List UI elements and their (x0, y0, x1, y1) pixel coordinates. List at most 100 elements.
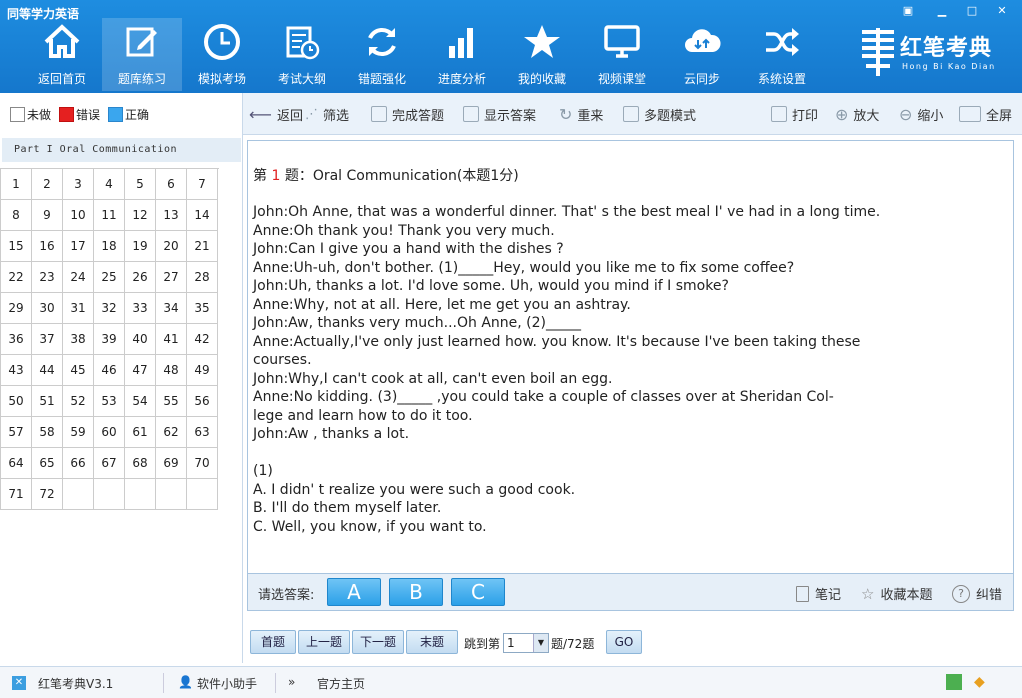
question-cell[interactable]: 21 (187, 231, 218, 262)
question-cell[interactable]: 34 (156, 293, 187, 324)
question-cell[interactable]: 11 (94, 200, 125, 231)
filter-button[interactable]: ⋰ 筛选 (305, 105, 349, 124)
question-cell[interactable]: 41 (156, 324, 187, 355)
question-cell[interactable]: 63 (187, 417, 218, 448)
question-cell[interactable]: 48 (156, 355, 187, 386)
question-cell[interactable]: 15 (1, 231, 32, 262)
question-cell[interactable]: 38 (63, 324, 94, 355)
question-cell[interactable]: 9 (32, 200, 63, 231)
question-cell[interactable]: 12 (125, 200, 156, 231)
question-cell[interactable]: 53 (94, 386, 125, 417)
next-question-button[interactable]: 下一题 (352, 630, 404, 654)
go-button[interactable]: GO (606, 630, 642, 654)
finish-button[interactable]: 完成答题 (371, 105, 444, 124)
question-cell[interactable]: 46 (94, 355, 125, 386)
question-cell[interactable]: 25 (94, 262, 125, 293)
question-cell[interactable]: 37 (32, 324, 63, 355)
question-cell[interactable]: 4 (94, 169, 125, 200)
nav-progress[interactable]: 进度分析 (422, 18, 502, 91)
nav-question-bank[interactable]: 题库练习 (102, 18, 182, 91)
question-cell[interactable]: 1 (1, 169, 32, 200)
nav-settings[interactable]: 系统设置 (742, 18, 822, 91)
report-error-button[interactable]: ? 纠错 (952, 584, 1002, 603)
question-cell[interactable]: 40 (125, 324, 156, 355)
helper-link[interactable]: 软件小助手 (197, 675, 257, 692)
minimize-icon[interactable]: ▁ (934, 4, 950, 18)
question-cell[interactable]: 45 (63, 355, 94, 386)
nav-favorites[interactable]: 我的收藏 (502, 18, 582, 91)
question-cell[interactable]: 20 (156, 231, 187, 262)
question-cell[interactable]: 17 (63, 231, 94, 262)
print-button[interactable]: 打印 (771, 105, 818, 124)
maximize-icon[interactable]: □ (964, 4, 980, 18)
question-cell[interactable]: 59 (63, 417, 94, 448)
question-cell[interactable]: 28 (187, 262, 218, 293)
question-cell[interactable]: 62 (156, 417, 187, 448)
question-cell[interactable]: 56 (187, 386, 218, 417)
question-cell[interactable]: 47 (125, 355, 156, 386)
question-cell[interactable]: 44 (32, 355, 63, 386)
question-cell[interactable]: 35 (187, 293, 218, 324)
question-cell[interactable]: 72 (32, 479, 63, 510)
jump-select[interactable]: 1 ▼ (503, 633, 549, 653)
question-cell[interactable]: 32 (94, 293, 125, 324)
multi-mode-button[interactable]: 多题模式 (623, 105, 696, 124)
favorite-button[interactable]: ☆ 收藏本题 (861, 584, 932, 604)
option-c-button[interactable]: C (451, 578, 505, 606)
question-cell[interactable]: 19 (125, 231, 156, 262)
nav-video[interactable]: 视频课堂 (582, 18, 662, 91)
nav-cloud-sync[interactable]: 云同步 (662, 18, 742, 91)
nav-home[interactable]: 返回首页 (22, 18, 102, 91)
part-header[interactable]: Part I Oral Communication (2, 138, 241, 162)
question-cell[interactable]: 50 (1, 386, 32, 417)
question-cell[interactable]: 8 (1, 200, 32, 231)
question-cell[interactable]: 27 (156, 262, 187, 293)
question-cell[interactable]: 14 (187, 200, 218, 231)
question-cell[interactable]: 36 (1, 324, 32, 355)
question-cell[interactable]: 67 (94, 448, 125, 479)
question-cell[interactable]: 29 (1, 293, 32, 324)
redo-button[interactable]: ↻ 重来 (559, 105, 603, 124)
question-cell[interactable]: 58 (32, 417, 63, 448)
question-cell[interactable]: 18 (94, 231, 125, 262)
question-cell[interactable]: 69 (156, 448, 187, 479)
stats-icon[interactable] (946, 674, 962, 690)
option-b-button[interactable]: B (389, 578, 443, 606)
question-cell[interactable]: 66 (63, 448, 94, 479)
previous-question-button[interactable]: 上一题 (298, 630, 350, 654)
zoom-in-button[interactable]: ⊕ 放大 (835, 105, 879, 124)
question-cell[interactable]: 22 (1, 262, 32, 293)
question-cell[interactable]: 31 (63, 293, 94, 324)
question-cell[interactable]: 68 (125, 448, 156, 479)
question-cell[interactable]: 70 (187, 448, 218, 479)
notes-button[interactable]: 笔记 (796, 584, 841, 603)
question-cell[interactable]: 33 (125, 293, 156, 324)
question-cell[interactable]: 52 (63, 386, 94, 417)
official-site-link[interactable]: 官方主页 (317, 675, 365, 692)
first-question-button[interactable]: 首题 (250, 630, 296, 654)
question-cell[interactable]: 43 (1, 355, 32, 386)
fullscreen-button[interactable]: 全屏 (959, 105, 1012, 124)
option-a-button[interactable]: A (327, 578, 381, 606)
question-cell[interactable]: 13 (156, 200, 187, 231)
question-cell[interactable]: 30 (32, 293, 63, 324)
question-cell[interactable]: 54 (125, 386, 156, 417)
question-cell[interactable]: 71 (1, 479, 32, 510)
question-cell[interactable]: 39 (94, 324, 125, 355)
zoom-out-button[interactable]: ⊖ 缩小 (899, 105, 943, 124)
question-cell[interactable]: 5 (125, 169, 156, 200)
show-answer-button[interactable]: 显示答案 (463, 105, 536, 124)
question-cell[interactable]: 51 (32, 386, 63, 417)
question-cell[interactable]: 10 (63, 200, 94, 231)
question-cell[interactable]: 65 (32, 448, 63, 479)
last-question-button[interactable]: 末题 (406, 630, 458, 654)
nav-mistakes[interactable]: 错题强化 (342, 18, 422, 91)
nav-syllabus[interactable]: 考试大纲 (262, 18, 342, 91)
question-cell[interactable]: 61 (125, 417, 156, 448)
nav-mock-exam[interactable]: 模拟考场 (182, 18, 262, 91)
back-button[interactable]: ⟵ 返回 (249, 105, 303, 124)
question-cell[interactable]: 23 (32, 262, 63, 293)
question-cell[interactable]: 3 (63, 169, 94, 200)
question-cell[interactable]: 16 (32, 231, 63, 262)
close-icon[interactable]: ✕ (994, 4, 1010, 18)
